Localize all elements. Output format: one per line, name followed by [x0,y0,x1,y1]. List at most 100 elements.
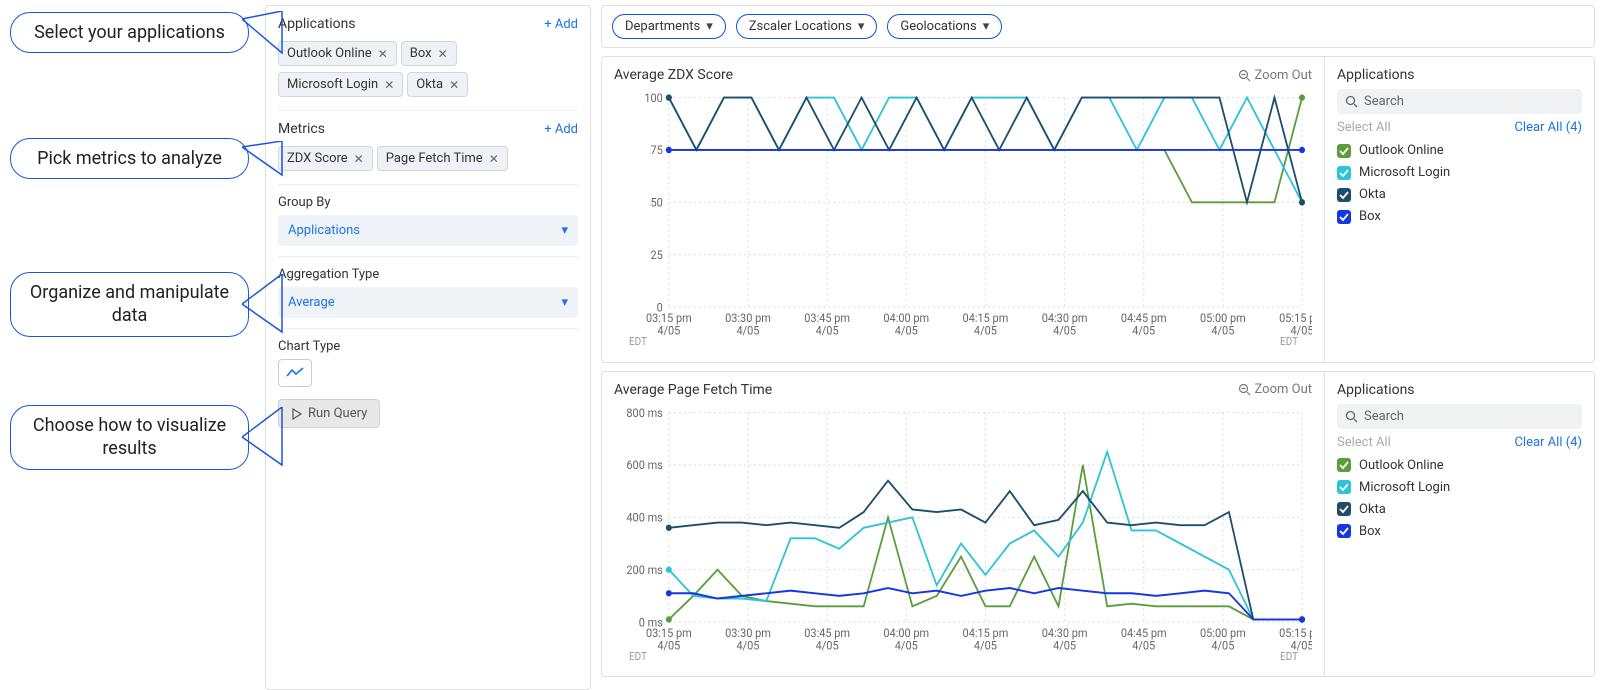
application-chip[interactable]: Box✕ [401,41,457,66]
checkbox-icon[interactable] [1337,524,1351,538]
chart-title: Average Page Fetch Time [614,382,772,398]
svg-text:04:45 pm: 04:45 pm [1121,312,1167,325]
callout-apps: Select your applications [10,12,249,53]
metrics-section: Metrics Add ZDX Score✕Page Fetch Time✕ [278,121,578,185]
legend-item[interactable]: Box [1337,524,1582,539]
legend-search-input[interactable]: Search [1337,89,1582,114]
checkbox-icon[interactable] [1337,210,1351,224]
application-chip[interactable]: Okta✕ [407,72,468,97]
remove-icon[interactable]: ✕ [384,78,394,92]
chart-svg: 025507510003:15 pm4/0503:30 pm4/0503:45 … [614,87,1312,352]
svg-text:4/05: 4/05 [1211,324,1234,337]
remove-icon[interactable]: ✕ [354,152,364,166]
callout-tail-icon [242,11,288,55]
aggregation-label: Aggregation Type [278,267,578,282]
group-by-section: Group By Applications ▾ [278,195,578,257]
group-by-select[interactable]: Applications ▾ [278,215,578,246]
checkbox-icon[interactable] [1337,144,1351,158]
svg-text:4/05: 4/05 [1053,324,1076,337]
svg-text:04:30 pm: 04:30 pm [1042,626,1088,639]
application-chip[interactable]: Outlook Online✕ [278,41,397,66]
chart-block: Average ZDX ScoreZoom Out025507510003:15… [601,56,1595,363]
legend-item[interactable]: Microsoft Login [1337,480,1582,495]
legend-panel: ApplicationsSearchSelect AllClear All (4… [1325,372,1594,677]
search-icon [1345,410,1358,423]
add-metric-link[interactable]: Add [544,122,578,137]
svg-text:4/05: 4/05 [895,639,918,652]
svg-text:04:30 pm: 04:30 pm [1042,312,1088,325]
callout-tail-icon [242,407,288,467]
caret-down-icon: ▾ [858,19,865,34]
svg-text:4/05: 4/05 [657,324,680,337]
svg-text:4/05: 4/05 [1053,639,1076,652]
filter-pill[interactable]: Geolocations▾ [887,14,1002,39]
run-query-button[interactable]: Run Query [278,399,380,428]
aggregation-select[interactable]: Average ▾ [278,287,578,318]
legend-item[interactable]: Okta [1337,187,1582,202]
callout-visualize: Choose how to visualize results [10,405,249,470]
filter-pill[interactable]: Departments▾ [612,14,726,39]
remove-icon[interactable]: ✕ [378,47,388,61]
legend-item[interactable]: Box [1337,209,1582,224]
filter-bar: Departments▾ Zscaler Locations▾ Geolocatio… [601,5,1595,48]
applications-title: Applications [278,16,356,32]
zoom-out-button[interactable]: Zoom Out [1238,382,1312,397]
svg-text:03:30 pm: 03:30 pm [725,626,771,639]
checkbox-icon[interactable] [1337,166,1351,180]
caret-down-icon: ▾ [706,19,713,34]
svg-text:600 ms: 600 ms [626,458,663,471]
zoom-out-button[interactable]: Zoom Out [1238,68,1312,83]
legend-item[interactable]: Microsoft Login [1337,165,1582,180]
application-chip[interactable]: Microsoft Login✕ [278,72,403,97]
clear-all-link[interactable]: Clear All (4) [1514,435,1582,450]
remove-icon[interactable]: ✕ [489,152,499,166]
caret-down-icon: ▾ [561,295,568,310]
remove-icon[interactable]: ✕ [449,78,459,92]
chart-title: Average ZDX Score [614,67,733,83]
zoom-out-icon [1238,383,1251,396]
svg-text:05:00 pm: 05:00 pm [1200,626,1246,639]
legend-panel: ApplicationsSearchSelect AllClear All (4… [1325,57,1594,362]
svg-text:50: 50 [651,196,663,209]
svg-text:03:15 pm: 03:15 pm [646,312,692,325]
callout-metrics: Pick metrics to analyze [10,138,249,179]
svg-text:4/05: 4/05 [974,639,997,652]
chart-type-label: Chart Type [278,339,578,354]
main-area: Departments▾ Zscaler Locations▾ Geolocatio… [601,5,1595,685]
select-all-link[interactable]: Select All [1337,435,1391,450]
checkbox-icon[interactable] [1337,502,1351,516]
chart-type-line-button[interactable] [278,359,312,387]
metric-chip[interactable]: ZDX Score✕ [278,146,373,171]
checkbox-icon[interactable] [1337,458,1351,472]
svg-text:05:15 pm: 05:15 pm [1279,312,1312,325]
callout-tail-icon [242,274,288,334]
legend-item[interactable]: Okta [1337,502,1582,517]
clear-all-link[interactable]: Clear All (4) [1514,120,1582,135]
svg-text:03:45 pm: 03:45 pm [804,626,850,639]
svg-text:4/05: 4/05 [816,324,839,337]
checkbox-icon[interactable] [1337,480,1351,494]
metric-chip[interactable]: Page Fetch Time✕ [377,146,508,171]
checkbox-icon[interactable] [1337,188,1351,202]
svg-text:4/05: 4/05 [1211,639,1234,652]
select-all-link[interactable]: Select All [1337,120,1391,135]
legend-search-input[interactable]: Search [1337,404,1582,429]
svg-text:4/05: 4/05 [1132,639,1155,652]
legend-item[interactable]: Outlook Online [1337,143,1582,158]
svg-text:4/05: 4/05 [736,324,759,337]
add-application-link[interactable]: Add [544,17,578,32]
filter-pill[interactable]: Zscaler Locations▾ [736,14,878,39]
svg-text:25: 25 [651,249,663,262]
application-chips: Outlook Online✕Box✕ Microsoft Login✕Okta✕ [278,38,578,100]
svg-text:EDT: EDT [1280,335,1298,348]
remove-icon[interactable]: ✕ [438,47,448,61]
svg-text:05:15 pm: 05:15 pm [1279,626,1312,639]
svg-text:04:15 pm: 04:15 pm [963,626,1009,639]
svg-text:4/05: 4/05 [895,324,918,337]
svg-text:400 ms: 400 ms [626,511,663,524]
legend-item[interactable]: Outlook Online [1337,458,1582,473]
svg-text:05:00 pm: 05:00 pm [1200,312,1246,325]
svg-text:4/05: 4/05 [816,639,839,652]
svg-text:03:45 pm: 03:45 pm [804,312,850,325]
svg-text:04:15 pm: 04:15 pm [963,312,1009,325]
